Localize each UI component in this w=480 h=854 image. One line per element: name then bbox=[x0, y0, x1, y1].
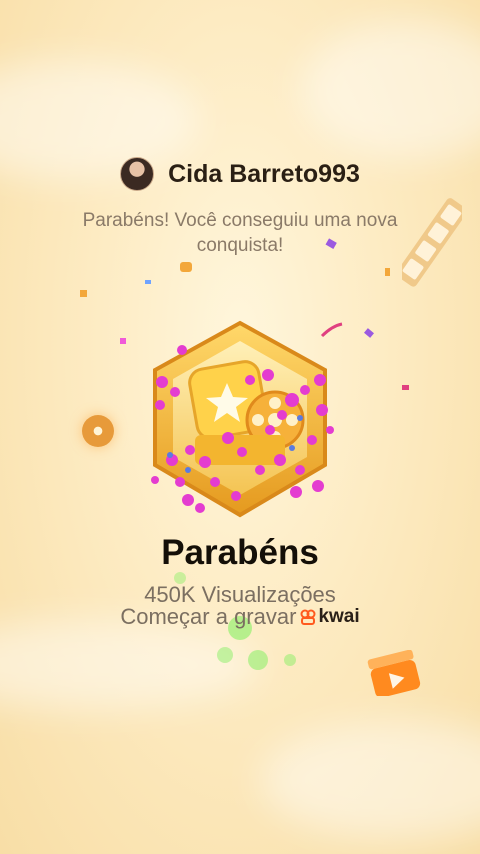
clapperboard-icon bbox=[367, 650, 421, 696]
achievement-title: Parabéns bbox=[161, 533, 319, 572]
kwai-brand: kwai bbox=[318, 606, 360, 627]
hearts-confetti bbox=[80, 238, 409, 670]
record-cta[interactable]: Começar a gravar kwai bbox=[0, 604, 480, 630]
kwai-logo: kwai bbox=[300, 606, 360, 628]
kwai-logo-icon bbox=[300, 609, 316, 625]
record-cta-label[interactable]: Começar a gravar bbox=[120, 604, 296, 630]
